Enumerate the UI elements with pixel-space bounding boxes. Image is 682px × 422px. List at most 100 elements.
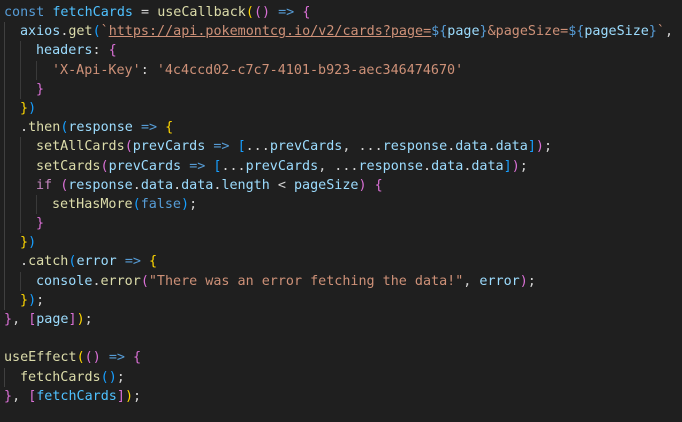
code-token: ; bbox=[543, 139, 552, 155]
code-token: prevCards bbox=[132, 139, 206, 155]
indent-guide bbox=[4, 22, 20, 42]
indent-guide bbox=[20, 214, 36, 234]
code-line[interactable]: setCards(prevCards => [...prevCards, ...… bbox=[0, 156, 682, 176]
code-token: pageSize bbox=[584, 24, 649, 40]
code-token: fetchCards bbox=[52, 5, 133, 20]
indent-guide bbox=[4, 271, 20, 291]
code-token: => bbox=[124, 254, 141, 270]
code-token: ) bbox=[511, 158, 520, 174]
indent-guide bbox=[4, 156, 20, 176]
code-token: ( bbox=[253, 5, 262, 20]
indent-guide bbox=[4, 98, 20, 119]
code-token: ` bbox=[656, 24, 665, 40]
code-token: ) bbox=[124, 388, 133, 404]
code-line[interactable]: }); bbox=[0, 290, 682, 310]
indent-guide bbox=[4, 79, 20, 99]
code-token: data bbox=[181, 177, 214, 193]
code-token: setHasMore bbox=[52, 196, 133, 212]
code-token: , bbox=[463, 273, 480, 289]
code-token: ] bbox=[527, 139, 536, 155]
code-token: headers bbox=[36, 43, 93, 59]
code-line[interactable]: }, [fetchCards]); bbox=[0, 387, 682, 406]
code-line[interactable]: } bbox=[0, 214, 682, 234]
code-line[interactable]: }) bbox=[0, 98, 682, 119]
code-token: ] bbox=[503, 158, 512, 174]
code-line[interactable]: setHasMore(false); bbox=[0, 194, 682, 215]
code-token: ( bbox=[84, 350, 93, 366]
indent-guide bbox=[4, 367, 20, 387]
code-token: error bbox=[479, 273, 520, 289]
indent-guide bbox=[20, 79, 36, 99]
code-line[interactable]: .catch(error => { bbox=[0, 252, 682, 272]
code-token: page bbox=[447, 24, 480, 40]
indent-guide bbox=[4, 118, 20, 138]
code-line[interactable]: if (response.data.data.length < pageSize… bbox=[0, 175, 682, 195]
code-token: { bbox=[165, 120, 174, 136]
code-token: response bbox=[68, 120, 133, 136]
code-token: : bbox=[92, 43, 109, 59]
code-token: ; bbox=[527, 273, 536, 289]
code-token: . bbox=[132, 177, 141, 193]
code-line[interactable]: headers: { bbox=[0, 41, 682, 61]
code-line[interactable]: .then(response => { bbox=[0, 118, 682, 138]
code-token: get bbox=[68, 24, 93, 40]
code-line[interactable]: const fetchCards = useCallback(() => { bbox=[0, 3, 682, 22]
code-token: = bbox=[133, 5, 158, 20]
indent-guide bbox=[20, 41, 36, 61]
code-token: ) bbox=[108, 369, 117, 385]
code-token: false bbox=[140, 196, 181, 212]
code-line[interactable]: }) bbox=[0, 233, 682, 253]
code-token: . bbox=[92, 273, 101, 289]
code-token: ` bbox=[100, 24, 109, 40]
code-line[interactable]: axios.get(`https://api.pokemontcg.io/v2/… bbox=[0, 22, 682, 42]
code-token: ... bbox=[221, 158, 246, 174]
code-line[interactable]: setAllCards(prevCards => [...prevCards, … bbox=[0, 137, 682, 157]
code-token: . bbox=[20, 254, 29, 270]
code-token: data bbox=[431, 158, 464, 174]
code-token: ) bbox=[28, 235, 37, 251]
code-token: setAllCards bbox=[36, 139, 125, 155]
code-token: fetchCards bbox=[36, 388, 117, 404]
code-line[interactable]: console.error("There was an error fetchi… bbox=[0, 271, 682, 291]
code-token: ) bbox=[181, 196, 190, 212]
code-editor[interactable]: const fetchCards = useCallback(() => {ax… bbox=[0, 0, 682, 422]
code-token: ; bbox=[133, 388, 142, 404]
indent-guide bbox=[36, 194, 52, 215]
code-token: } bbox=[36, 81, 45, 97]
code-token: ; bbox=[36, 292, 45, 308]
code-token: { bbox=[133, 350, 142, 366]
code-line[interactable]: } bbox=[0, 79, 682, 99]
code-line[interactable] bbox=[0, 329, 682, 348]
code-token: ) bbox=[535, 139, 544, 155]
code-token: ... bbox=[245, 139, 270, 155]
code-token: , bbox=[664, 24, 682, 40]
code-token: => bbox=[108, 350, 125, 366]
code-token: } bbox=[36, 216, 45, 232]
code-token: ( bbox=[100, 158, 109, 174]
code-token: < bbox=[269, 177, 294, 193]
code-token: setCards bbox=[36, 158, 101, 174]
code-line[interactable]: }, [page]); bbox=[0, 310, 682, 329]
code-line[interactable]: fetchCards(); bbox=[0, 367, 682, 387]
code-line[interactable]: 'X-Api-Key': '4c4ccd02-c7c7-4101-b923-ae… bbox=[0, 60, 682, 80]
code-token: ( bbox=[100, 369, 109, 385]
code-token: ) bbox=[262, 5, 271, 20]
indent-guide bbox=[4, 252, 20, 272]
indent-guide bbox=[20, 156, 36, 176]
code-token: => bbox=[278, 5, 295, 20]
code-token: . bbox=[487, 139, 496, 155]
code-token: ; bbox=[189, 196, 198, 212]
code-token: . bbox=[20, 120, 29, 136]
code-line[interactable]: useEffect(() => { bbox=[0, 348, 682, 367]
code-token: } bbox=[20, 235, 29, 251]
code-token: catch bbox=[28, 254, 69, 270]
code-token: ( bbox=[245, 5, 254, 20]
code-token: ${ bbox=[568, 24, 585, 40]
code-token: , ... bbox=[342, 139, 383, 155]
